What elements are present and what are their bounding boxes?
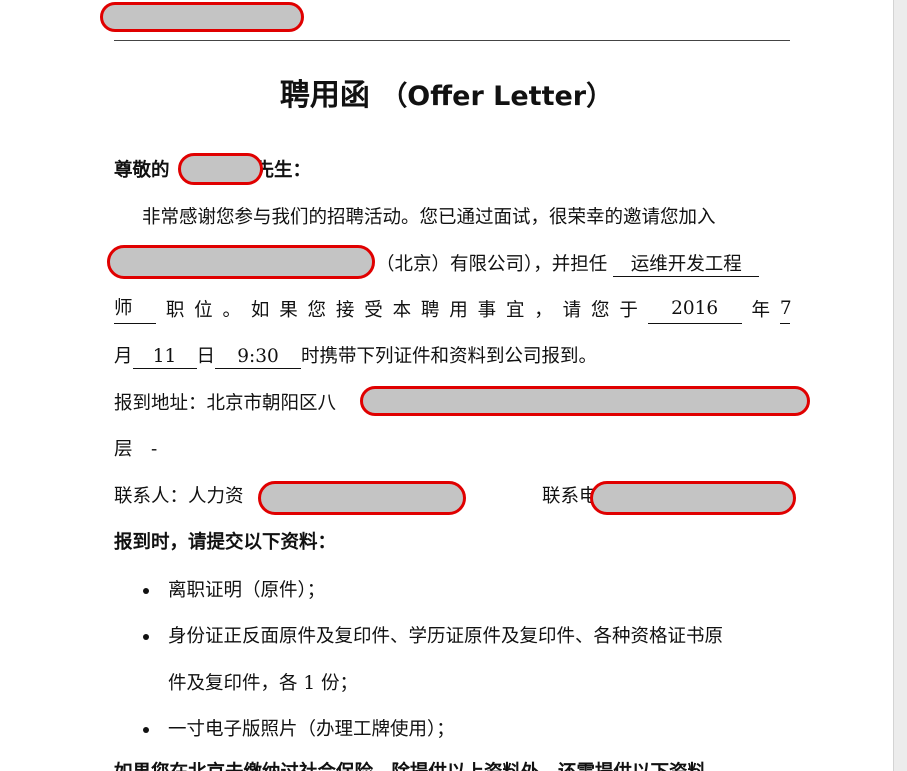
report-day: 11 — [132, 346, 197, 369]
contact-label: 联系人：人力资 — [114, 486, 244, 507]
redacted-address — [360, 386, 810, 416]
redacted-phone — [590, 481, 796, 515]
materials-item-1: 离职证明（原件）； — [168, 580, 326, 601]
word: 您 — [307, 300, 327, 321]
day-label: 日 — [196, 346, 216, 367]
title-english: （Offer Letter） — [380, 81, 614, 112]
body-line-1: 非常感谢您参与我们的招聘活动。您已通过面试，很荣幸的邀请您加入 — [142, 207, 716, 228]
word: 如 — [250, 300, 270, 321]
redacted-logo — [100, 2, 304, 32]
address-label: 报到地址：北京市朝阳区八 — [114, 393, 337, 414]
word: 本 — [392, 300, 412, 321]
body-line-4: 月 11 日 9:30 时携带下列证件和资料到公司报到。 — [114, 344, 597, 370]
document-page: ➶ www.xxxxxx.com 聘用函 （Offer Letter） 尊敬的先… — [0, 0, 893, 771]
address-tail: 层 - — [114, 439, 158, 460]
word: 。 — [222, 300, 242, 321]
bullet-icon — [143, 727, 149, 733]
viewer-side-strip — [893, 0, 907, 771]
redacted-company-name — [107, 245, 375, 279]
year-label: 年 — [751, 300, 771, 321]
company-suffix: （北京）有限公司），并担任 — [376, 254, 608, 275]
word: 职 — [165, 300, 185, 321]
header-divider — [114, 40, 790, 41]
word: 果 — [279, 300, 298, 321]
word: 位 — [194, 300, 213, 321]
salutation-suffix: 先生： — [255, 160, 312, 181]
materials-heading: 报到时，请提交以下资料： — [114, 532, 337, 553]
word: 宜 — [505, 300, 525, 321]
title-chinese: 聘用函 — [279, 78, 370, 113]
report-month: 7 — [779, 298, 792, 324]
redacted-recipient-name — [178, 153, 263, 185]
word: 用 — [449, 300, 468, 321]
word: 您 — [590, 300, 610, 321]
materials-item-2-continued: 件及复印件，各 1 份； — [168, 673, 359, 694]
month-label: 月 — [114, 346, 133, 367]
word: 于 — [619, 300, 638, 321]
cut-off-paragraph: 如果您在北京未缴纳过社会保险，除提供以上资料外，还需提供以下资料 — [114, 760, 706, 771]
position-title-part1: 运维开发工程 — [613, 254, 760, 277]
materials-item-3: 一寸电子版照片（办理工牌使用）； — [168, 719, 455, 740]
redacted-contact-name — [258, 481, 466, 515]
word: 受 — [364, 300, 383, 321]
word: 请 — [562, 300, 582, 321]
position-title-part2: 师 — [114, 298, 156, 324]
word: 聘 — [420, 300, 440, 321]
report-time: 9:30 — [215, 346, 302, 369]
materials-item-2: 身份证正反面原件及复印件、学历证原件及复印件、各种资格证书原 — [168, 626, 724, 647]
word: 接 — [335, 300, 355, 321]
word: ， — [534, 300, 553, 321]
body-line-2: （北京）有限公司），并担任 运维开发工程 — [376, 252, 760, 278]
page-title: 聘用函 （Offer Letter） — [0, 74, 893, 119]
bullet-icon — [143, 588, 149, 594]
body-line-3: 师 职 位 。 如 果 您 接 受 本 聘 用 事 宜 ， 请 您 于 2016… — [114, 298, 792, 324]
salutation-prefix: 尊敬的 — [114, 160, 170, 181]
line4-tail: 时携带下列证件和资料到公司报到。 — [301, 346, 598, 367]
word: 事 — [477, 300, 497, 321]
report-year: 2016 — [647, 298, 742, 324]
bullet-icon — [143, 634, 149, 640]
